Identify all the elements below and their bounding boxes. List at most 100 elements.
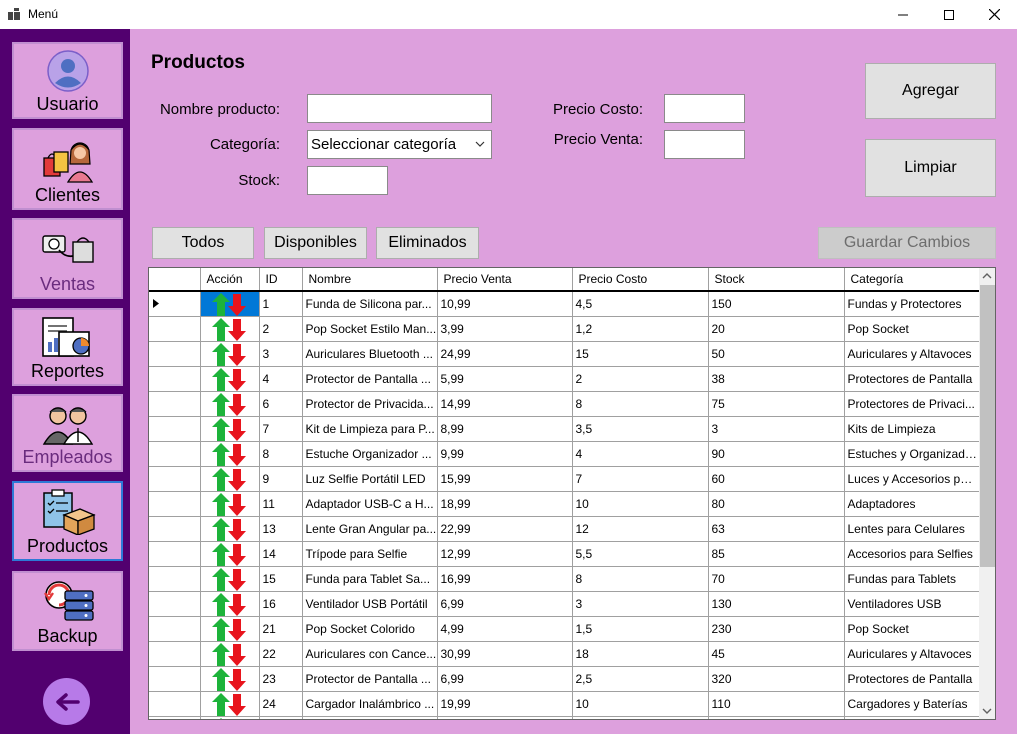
row-header[interactable] xyxy=(149,566,201,592)
cell-precio-venta[interactable]: 3,99 xyxy=(437,316,573,342)
minimize-button[interactable] xyxy=(880,0,926,29)
cell-precio-venta[interactable]: 6,99 xyxy=(437,666,573,692)
sidebar-item-productos[interactable]: Productos xyxy=(12,481,123,561)
row-header[interactable] xyxy=(149,541,201,567)
sidebar-item-backup[interactable]: Backup xyxy=(12,571,123,651)
cell-categoria[interactable]: Adaptadores xyxy=(844,491,980,517)
row-header[interactable] xyxy=(149,316,201,342)
table-row[interactable]: 7 Kit de Limpieza para P... 8,99 3,5 3 Kits d… xyxy=(149,416,980,442)
cell-accion[interactable] xyxy=(200,291,260,317)
up-down-arrows-icon[interactable] xyxy=(209,592,249,617)
cell-precio-costo[interactable]: 3 xyxy=(572,591,709,617)
cell-nombre[interactable]: Lente Gran Angular pa... xyxy=(302,516,438,542)
cell-stock[interactable]: 90 xyxy=(708,441,845,467)
cell-id[interactable]: 8 xyxy=(259,441,303,467)
cell-precio-venta[interactable]: 15,99 xyxy=(437,466,573,492)
cell-nombre[interactable]: Cargador Inalámbrico ... xyxy=(302,691,438,717)
cell-precio-costo[interactable]: 8 xyxy=(572,566,709,592)
up-down-arrows-icon[interactable] xyxy=(209,617,249,642)
cell-nombre[interactable]: Trípode para Selfie xyxy=(302,541,438,567)
cell-precio-costo[interactable]: 2,5 xyxy=(572,666,709,692)
cell-precio-costo[interactable]: 1,5 xyxy=(572,616,709,642)
cell-nombre[interactable]: Kit de Limpieza para P... xyxy=(302,416,438,442)
cell-nombre[interactable]: Adaptador USB-C a H... xyxy=(302,491,438,517)
todos-button[interactable]: Todos xyxy=(152,227,254,259)
cell-id[interactable]: 22 xyxy=(259,641,303,667)
table-row[interactable]: 21 Pop Socket Colorido 4,99 1,5 230 Pop Socke… xyxy=(149,616,980,642)
cell-categoria[interactable]: Auriculares y Altavoces xyxy=(844,341,980,367)
cell-accion[interactable] xyxy=(200,691,260,717)
row-header[interactable] xyxy=(149,466,201,492)
cell-precio-venta[interactable]: 6,99 xyxy=(437,591,573,617)
cell-nombre[interactable]: Estuche Organizador ... xyxy=(302,441,438,467)
table-row[interactable]: 22 Auriculares con Cance... 30,99 18 45 Auric… xyxy=(149,641,980,667)
precio-venta-input[interactable] xyxy=(664,130,745,159)
cell-categoria[interactable]: Protectores de Pantalla xyxy=(844,666,980,692)
cell-precio-venta[interactable]: 22,99 xyxy=(437,516,573,542)
cell-nombre[interactable]: Ventilador USB Portátil xyxy=(302,591,438,617)
cell-id[interactable]: 3 xyxy=(259,341,303,367)
up-down-arrows-icon[interactable] xyxy=(209,542,249,567)
cell-nombre[interactable]: Auriculares con Cance... xyxy=(302,641,438,667)
disponibles-button[interactable]: Disponibles xyxy=(264,227,367,259)
cell-precio-venta[interactable]: 4,99 xyxy=(437,616,573,642)
cell-precio-venta[interactable]: 30,99 xyxy=(437,641,573,667)
up-down-arrows-icon[interactable] xyxy=(209,392,249,417)
cell-stock[interactable]: 230 xyxy=(708,616,845,642)
cell-id[interactable]: 15 xyxy=(259,566,303,592)
cell-nombre[interactable]: Protector de Pantalla ... xyxy=(302,666,438,692)
table-row[interactable]: 8 Estuche Organizador ... 9,99 4 90 Estuches … xyxy=(149,441,980,467)
cell-categoria[interactable]: Fundas y Protectores xyxy=(844,291,980,317)
scrollbar-thumb[interactable] xyxy=(980,285,995,567)
cell-stock[interactable]: 150 xyxy=(708,291,845,317)
maximize-button[interactable] xyxy=(926,0,972,29)
column-header-nombre[interactable]: Nombre xyxy=(302,268,438,292)
row-header[interactable] xyxy=(149,341,201,367)
cell-precio-venta[interactable]: 19,99 xyxy=(437,691,573,717)
sidebar-item-empleados[interactable]: Empleados xyxy=(12,394,123,472)
cell-accion[interactable] xyxy=(200,516,260,542)
table-row[interactable]: 1 Funda de Silicona par... 10,99 4,5 150 Fund… xyxy=(149,291,980,317)
cell-accion[interactable] xyxy=(200,416,260,442)
row-header[interactable] xyxy=(149,441,201,467)
column-header-precio-costo[interactable]: Precio Costo xyxy=(572,268,709,292)
sidebar-item-clientes[interactable]: Clientes xyxy=(12,128,123,210)
table-row[interactable]: 16 Ventilador USB Portátil 6,99 3 130 Ventila… xyxy=(149,591,980,617)
cell-stock[interactable]: 70 xyxy=(708,566,845,592)
cell-categoria[interactable]: Cargadores y Baterías xyxy=(844,691,980,717)
sidebar-item-ventas[interactable]: Ventas xyxy=(12,218,123,299)
cell-precio-costo[interactable]: 10 xyxy=(572,491,709,517)
cell-categoria[interactable]: Protectores de Pantalla xyxy=(844,366,980,392)
cell-precio-costo[interactable]: 15 xyxy=(572,341,709,367)
limpiar-button[interactable]: Limpiar xyxy=(865,139,996,197)
row-header[interactable] xyxy=(149,366,201,392)
table-row[interactable]: 13 Lente Gran Angular pa... 22,99 12 63 Lente… xyxy=(149,516,980,542)
up-down-arrows-icon[interactable] xyxy=(209,517,249,542)
cell-id[interactable] xyxy=(259,716,303,719)
cell-accion[interactable] xyxy=(200,666,260,692)
cell-id[interactable]: 6 xyxy=(259,391,303,417)
up-down-arrows-icon[interactable] xyxy=(209,717,249,721)
cell-precio-venta[interactable]: 14,99 xyxy=(437,391,573,417)
table-row[interactable]: 15 Funda para Tablet Sa... 16,99 8 70 Fundas … xyxy=(149,566,980,592)
cell-nombre[interactable]: Auriculares Bluetooth ... xyxy=(302,341,438,367)
cell-categoria[interactable]: Protectores de Privaci... xyxy=(844,391,980,417)
table-row[interactable]: 14 Trípode para Selfie 12,99 5,5 85 Accesorio… xyxy=(149,541,980,567)
cell-id[interactable]: 13 xyxy=(259,516,303,542)
cell-precio-costo[interactable]: 8 xyxy=(572,391,709,417)
row-header[interactable] xyxy=(149,391,201,417)
cell-precio-costo[interactable] xyxy=(572,716,709,719)
cell-accion[interactable] xyxy=(200,716,260,721)
stock-input[interactable] xyxy=(307,166,388,195)
cell-precio-venta[interactable]: 12,99 xyxy=(437,541,573,567)
up-down-arrows-icon[interactable] xyxy=(209,317,249,342)
cell-categoria[interactable]: Accesorios para Selfies xyxy=(844,541,980,567)
cell-stock[interactable]: 110 xyxy=(708,691,845,717)
cell-categoria[interactable]: Pop Socket xyxy=(844,316,980,342)
cell-accion[interactable] xyxy=(200,341,260,367)
up-down-arrows-icon[interactable] xyxy=(209,342,249,367)
cell-id[interactable]: 1 xyxy=(259,291,303,317)
cell-accion[interactable] xyxy=(200,616,260,642)
row-header[interactable] xyxy=(149,491,201,517)
cell-precio-venta[interactable]: 8,99 xyxy=(437,416,573,442)
